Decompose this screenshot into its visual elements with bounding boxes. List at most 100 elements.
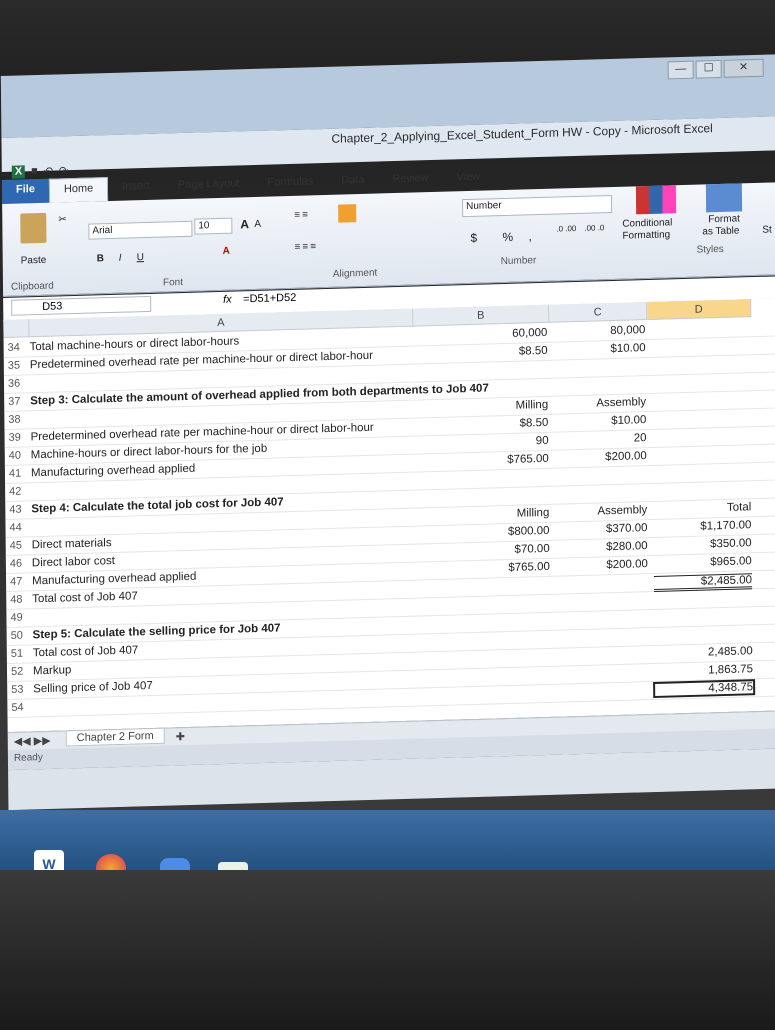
- row-number[interactable]: 34: [8, 341, 28, 354]
- cell-c[interactable]: [553, 468, 647, 471]
- row-number[interactable]: 43: [9, 503, 29, 516]
- row-number[interactable]: 53: [11, 683, 31, 696]
- cell-b[interactable]: [416, 597, 550, 601]
- cell-d[interactable]: $965.00: [654, 555, 752, 570]
- cell-d[interactable]: [654, 609, 752, 612]
- row-number[interactable]: 41: [9, 467, 29, 480]
- cell-a[interactable]: Total cost of Job 407: [32, 590, 138, 605]
- cell-c[interactable]: $200.00: [553, 450, 647, 465]
- row-number[interactable]: 49: [10, 611, 30, 624]
- undo-icon[interactable]: ↶: [44, 165, 53, 178]
- cell-b[interactable]: [415, 489, 549, 493]
- decrease-decimal-button[interactable]: .00 .0: [584, 223, 604, 233]
- row-number[interactable]: 35: [8, 359, 28, 372]
- align-top-icon[interactable]: ≡≡: [294, 209, 310, 220]
- cell-d[interactable]: [652, 375, 750, 378]
- column-header-c[interactable]: C: [549, 302, 648, 323]
- cell-b[interactable]: [416, 579, 550, 583]
- cell-b[interactable]: $8.50: [414, 345, 548, 361]
- cell-c[interactable]: [552, 378, 646, 381]
- cell-b[interactable]: $800.00: [415, 525, 550, 541]
- cell-d[interactable]: [652, 393, 750, 396]
- cell-d[interactable]: [651, 321, 749, 324]
- cell-c[interactable]: [554, 612, 648, 615]
- maximize-button[interactable]: ☐: [695, 59, 722, 79]
- cell-d[interactable]: 4,348.75: [653, 678, 756, 699]
- cell-d[interactable]: [652, 429, 750, 432]
- select-all-corner[interactable]: [3, 319, 30, 339]
- cell-d[interactable]: [653, 465, 751, 468]
- row-number[interactable]: 48: [10, 593, 30, 606]
- cell-b[interactable]: [417, 687, 551, 691]
- cell-d[interactable]: [654, 591, 752, 594]
- cell-d[interactable]: [653, 483, 751, 486]
- row-number[interactable]: 45: [10, 539, 30, 552]
- cell-a[interactable]: Direct labor cost: [32, 555, 115, 569]
- cell-c[interactable]: $10.00: [552, 414, 646, 429]
- cell-c[interactable]: Assembly: [553, 504, 647, 519]
- comma-button[interactable]: ,: [528, 229, 531, 243]
- tab-view[interactable]: View: [442, 166, 494, 191]
- worksheet-grid[interactable]: A B C D 34 Total machine-hours or direct …: [3, 297, 775, 733]
- cell-b[interactable]: [416, 615, 550, 619]
- row-number[interactable]: 40: [9, 449, 29, 462]
- cell-c[interactable]: [555, 666, 649, 669]
- cell-b[interactable]: $70.00: [416, 543, 549, 559]
- number-format-select[interactable]: Number: [462, 194, 613, 218]
- shrink-font-button[interactable]: A: [254, 219, 261, 230]
- redo-icon[interactable]: ↷: [59, 164, 68, 177]
- font-color-button[interactable]: A: [223, 246, 230, 257]
- row-number[interactable]: 52: [11, 665, 31, 678]
- column-header-d[interactable]: D: [647, 299, 752, 321]
- font-name-select[interactable]: Arial: [88, 220, 193, 240]
- cell-d[interactable]: [655, 627, 753, 630]
- format-as-table-icon[interactable]: [705, 183, 743, 213]
- cell-d[interactable]: $1,170.00: [653, 519, 751, 534]
- conditional-formatting-icon[interactable]: [635, 185, 677, 215]
- cell-b[interactable]: 60,000: [413, 327, 547, 343]
- cell-c[interactable]: [555, 630, 649, 633]
- cell-b[interactable]: [415, 471, 549, 475]
- row-number[interactable]: 51: [11, 647, 31, 660]
- minimize-button[interactable]: —: [667, 60, 694, 80]
- row-number[interactable]: 42: [9, 485, 29, 498]
- sheet-nav-arrows-icon[interactable]: ◀◀ ▶▶: [14, 734, 51, 748]
- cell-c[interactable]: $370.00: [553, 522, 648, 537]
- cell-c[interactable]: [554, 576, 648, 579]
- tab-page-layout[interactable]: Page Layout: [164, 173, 254, 200]
- cell-a[interactable]: Selling price of Job 407: [33, 680, 153, 695]
- percent-button[interactable]: %: [502, 230, 513, 244]
- tab-file[interactable]: File: [1, 178, 50, 205]
- wrap-highlight-icon[interactable]: [338, 204, 357, 223]
- cell-b[interactable]: Milling: [414, 399, 549, 415]
- cell-a[interactable]: Direct materials: [32, 537, 112, 551]
- cell-d[interactable]: [653, 447, 751, 450]
- tab-review[interactable]: Review: [378, 168, 442, 194]
- cell-a[interactable]: Manufacturing overhead applied: [31, 463, 195, 480]
- cell-c[interactable]: Assembly: [552, 396, 646, 411]
- cell-a[interactable]: Machine-hours or direct labor-hours for …: [31, 443, 268, 462]
- cell-a[interactable]: Markup: [33, 664, 71, 677]
- row-number[interactable]: 54: [11, 701, 31, 714]
- cell-c[interactable]: [554, 594, 648, 597]
- cell-c[interactable]: [552, 360, 646, 363]
- name-box[interactable]: D53: [11, 295, 152, 316]
- cell-b[interactable]: [417, 651, 551, 655]
- align-left-icon[interactable]: ≡≡≡: [295, 241, 319, 253]
- column-header-b[interactable]: B: [413, 304, 550, 327]
- cell-b[interactable]: $765.00: [415, 453, 549, 469]
- cell-d[interactable]: [652, 339, 750, 342]
- cell-d[interactable]: [652, 357, 750, 360]
- cell-styles-button[interactable]: St: [762, 225, 772, 236]
- increase-decimal-button[interactable]: .0 .00: [556, 224, 576, 234]
- cell-c[interactable]: [555, 648, 649, 651]
- cell-d[interactable]: [652, 411, 750, 414]
- cell-c[interactable]: $10.00: [552, 342, 645, 357]
- row-number[interactable]: 46: [10, 557, 30, 570]
- cell-d[interactable]: 1,863.75: [655, 663, 753, 678]
- font-size-select[interactable]: 10: [194, 217, 233, 235]
- format-as-table-button[interactable]: Format: [708, 213, 740, 225]
- row-number[interactable]: 39: [9, 431, 29, 444]
- cell-c[interactable]: [555, 684, 649, 687]
- fx-icon[interactable]: fx: [223, 294, 232, 306]
